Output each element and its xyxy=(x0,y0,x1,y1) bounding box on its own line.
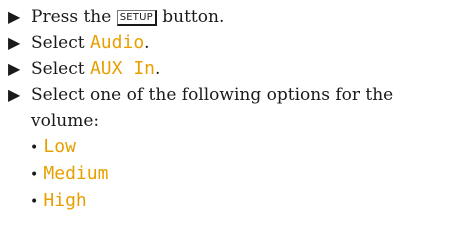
list-item: • Low xyxy=(30,134,453,161)
option-high: High xyxy=(43,190,87,211)
step-press-setup: ▶ Press the SETUP button. xyxy=(8,4,453,30)
step-select-volume: ▶ Select one of the following options fo… xyxy=(8,82,453,134)
step-arrow-icon: ▶ xyxy=(8,7,21,26)
step-text-prefix: Select xyxy=(31,33,90,53)
instruction-list: ▶ Press the SETUP button. ▶ Select Audio… xyxy=(8,4,453,215)
step-text-prefix: Select xyxy=(31,59,90,79)
step-arrow-icon: ▶ xyxy=(8,33,21,52)
step-arrow-icon: ▶ xyxy=(8,85,21,104)
bullet-dot-icon: • xyxy=(30,167,39,183)
setup-key-label: SETUP xyxy=(116,10,157,26)
step-arrow-icon: ▶ xyxy=(8,59,21,78)
bullet-dot-icon: • xyxy=(30,194,39,210)
step-text-suffix: . xyxy=(144,33,150,53)
volume-options-list: • Low • Medium • High xyxy=(8,134,453,215)
option-medium: Medium xyxy=(43,163,109,184)
menu-item-aux-in: AUX In xyxy=(89,58,155,79)
step-text-suffix: . xyxy=(155,59,161,79)
menu-item-audio: Audio xyxy=(89,32,145,53)
step-text-suffix: button. xyxy=(156,7,225,27)
step-text: Select one of the following options for … xyxy=(31,85,394,131)
list-item: • High xyxy=(30,188,453,215)
step-select-audio: ▶ Select Audio. xyxy=(8,30,453,56)
bullet-dot-icon: • xyxy=(30,140,39,156)
list-item: • Medium xyxy=(30,161,453,188)
step-select-aux-in: ▶ Select AUX In. xyxy=(8,56,453,82)
step-text-prefix: Press the xyxy=(31,7,117,27)
option-low: Low xyxy=(43,136,76,157)
